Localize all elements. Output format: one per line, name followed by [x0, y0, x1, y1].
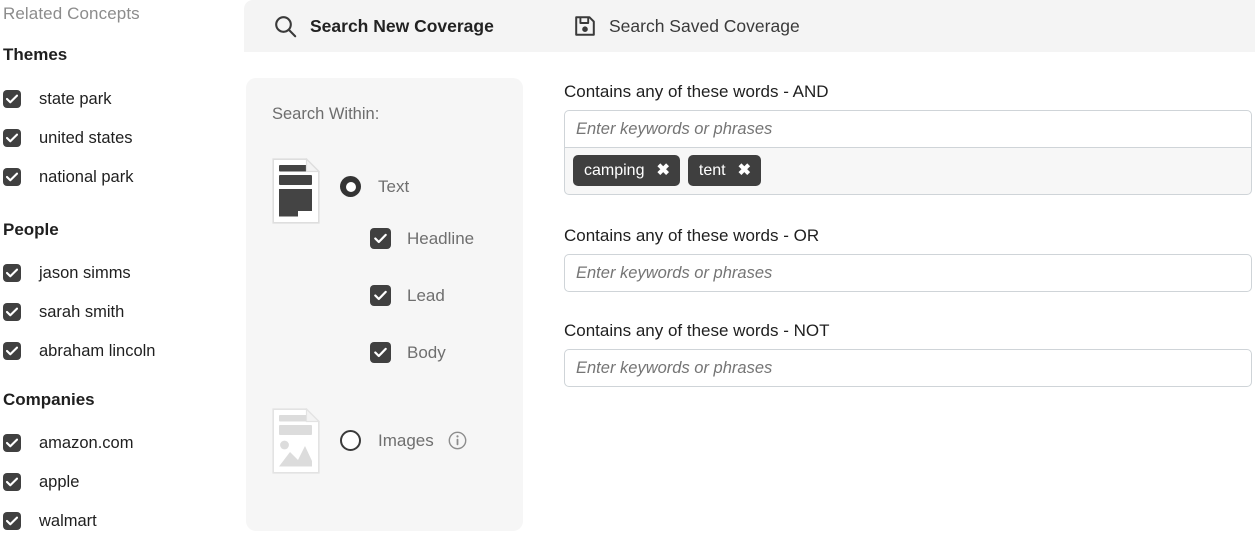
sidebar-item-label: state park: [39, 89, 112, 108]
related-concepts-sidebar: Related Concepts Themes state park unite…: [0, 0, 232, 536]
keyword-chip[interactable]: camping ✖: [573, 155, 680, 186]
sidebar-item-sarah-smith[interactable]: sarah smith: [3, 301, 124, 323]
chips-area-and: camping ✖ tent ✖: [564, 148, 1252, 195]
radio-selected-icon[interactable]: [340, 176, 361, 197]
sidebar-item-jason-simms[interactable]: jason simms: [3, 262, 131, 284]
sidebar-item-walmart[interactable]: walmart: [3, 510, 97, 532]
checkbox-checked-icon[interactable]: [3, 264, 21, 282]
sidebar-item-apple[interactable]: apple: [3, 471, 79, 493]
checkbox-body[interactable]: Body: [370, 342, 446, 363]
sidebar-group-header-people: People: [3, 220, 59, 239]
sidebar-item-label: united states: [39, 128, 133, 147]
text-document-icon: [272, 157, 321, 229]
chip-remove-icon[interactable]: ✖: [738, 162, 751, 179]
tab-label: Search Saved Coverage: [609, 15, 800, 36]
sidebar-item-label: walmart: [39, 511, 97, 530]
sidebar-group-header-companies: Companies: [3, 390, 95, 409]
radio-label-images: Images: [378, 430, 434, 450]
tab-search-new-coverage[interactable]: Search New Coverage: [274, 0, 494, 52]
sidebar-title: Related Concepts: [3, 4, 140, 23]
radio-unselected-icon[interactable]: [340, 430, 361, 451]
sidebar-item-label: jason simms: [39, 263, 131, 282]
checkbox-checked-icon[interactable]: [3, 473, 21, 491]
checkbox-checked-icon[interactable]: [3, 512, 21, 530]
sidebar-item-label: national park: [39, 167, 134, 186]
chip-label: camping: [584, 161, 645, 179]
keywords-input-or[interactable]: [564, 254, 1252, 292]
sidebar-item-state-park[interactable]: state park: [3, 88, 111, 110]
checkbox-checked-icon[interactable]: [3, 168, 21, 186]
checkbox-checked-icon[interactable]: [370, 342, 391, 363]
coverage-tab-bar: Search New Coverage Search Saved Coverag…: [244, 0, 1255, 52]
chip-remove-icon[interactable]: ✖: [656, 162, 669, 179]
sidebar-group-header-themes: Themes: [3, 45, 68, 64]
keyword-chip[interactable]: tent ✖: [687, 155, 761, 186]
image-document-icon: [272, 407, 321, 479]
radio-option-images[interactable]: Images: [340, 430, 467, 451]
field-label-or: Contains any of these words - OR: [564, 226, 820, 245]
keywords-input-not[interactable]: [564, 349, 1252, 387]
search-coverage-page: Related Concepts Themes state park unite…: [0, 0, 1255, 536]
search-within-panel: Search Within: Text Headline Lead Body I…: [246, 78, 523, 531]
field-label-and: Contains any of these words - AND: [564, 82, 829, 101]
checkbox-headline[interactable]: Headline: [370, 228, 474, 249]
info-icon[interactable]: [448, 431, 467, 450]
sidebar-item-label: abraham lincoln: [39, 341, 156, 360]
keywords-input-and[interactable]: [564, 110, 1252, 148]
sidebar-item-label: sarah smith: [39, 302, 125, 321]
checkbox-checked-icon[interactable]: [3, 342, 21, 360]
checkbox-checked-icon[interactable]: [370, 285, 391, 306]
sidebar-item-label: apple: [39, 472, 80, 491]
sidebar-item-amazon-com[interactable]: amazon.com: [3, 432, 133, 454]
checkbox-lead[interactable]: Lead: [370, 285, 445, 306]
tab-label: Search New Coverage: [310, 15, 494, 36]
checkbox-label-body: Body: [407, 342, 446, 362]
checkbox-label-headline: Headline: [407, 228, 475, 248]
tab-search-saved-coverage[interactable]: Search Saved Coverage: [574, 0, 800, 52]
checkbox-label-lead: Lead: [407, 285, 445, 305]
sidebar-item-united-states[interactable]: united states: [3, 127, 133, 149]
checkbox-checked-icon[interactable]: [3, 303, 21, 321]
sidebar-item-national-park[interactable]: national park: [3, 166, 133, 188]
search-icon: [274, 15, 297, 38]
save-icon: [574, 15, 596, 37]
checkbox-checked-icon[interactable]: [370, 228, 391, 249]
field-label-not: Contains any of these words - NOT: [564, 321, 830, 340]
sidebar-item-label: amazon.com: [39, 433, 134, 452]
radio-option-text[interactable]: Text: [340, 176, 409, 197]
checkbox-checked-icon[interactable]: [3, 434, 21, 452]
field-group-or: Contains any of these words - OR: [564, 226, 1252, 292]
radio-label-text: Text: [378, 176, 410, 196]
checkbox-checked-icon[interactable]: [3, 129, 21, 147]
search-within-title: Search Within:: [272, 105, 380, 123]
checkbox-checked-icon[interactable]: [3, 90, 21, 108]
chip-label: tent: [698, 161, 726, 179]
field-group-not: Contains any of these words - NOT: [564, 321, 1252, 387]
field-group-and: Contains any of these words - AND campin…: [564, 82, 1252, 195]
sidebar-item-abraham-lincoln[interactable]: abraham lincoln: [3, 340, 155, 362]
